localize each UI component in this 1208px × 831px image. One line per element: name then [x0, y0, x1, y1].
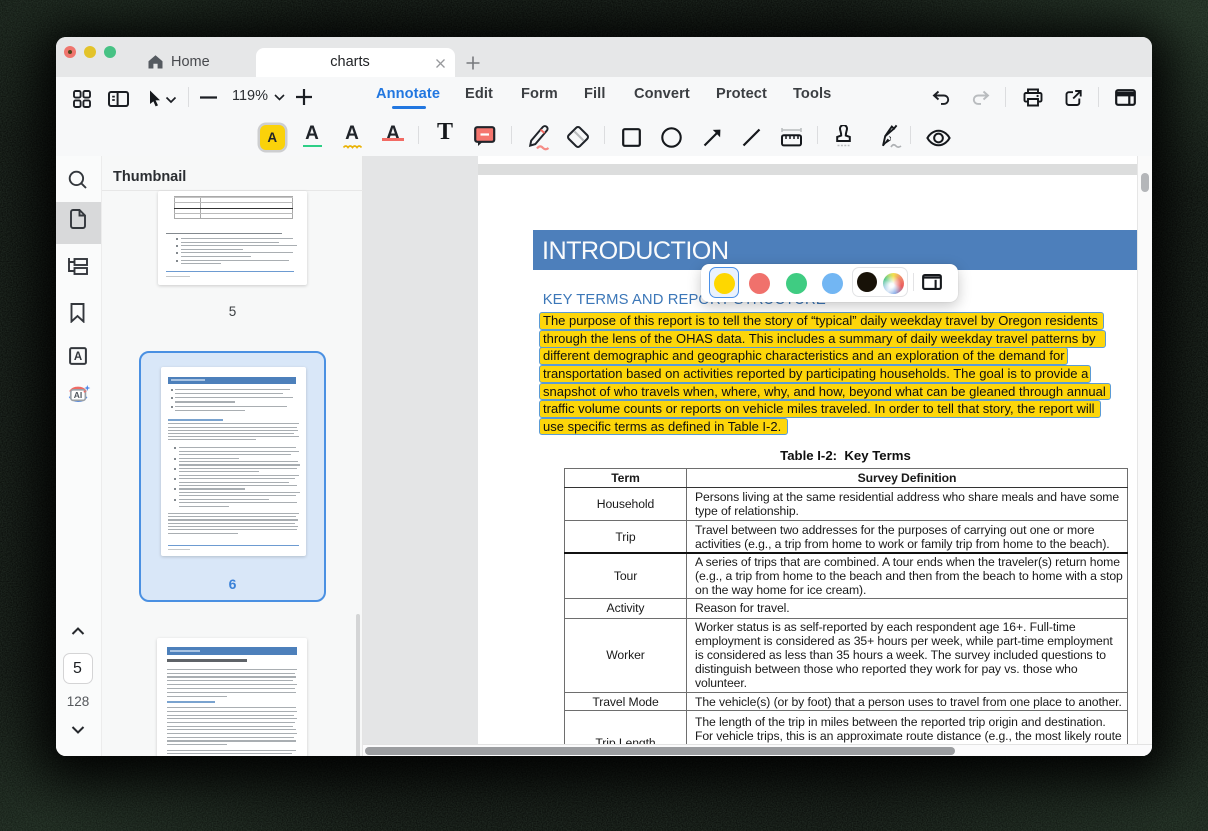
svg-text:A: A	[73, 351, 81, 363]
svg-text:AI: AI	[74, 390, 83, 400]
